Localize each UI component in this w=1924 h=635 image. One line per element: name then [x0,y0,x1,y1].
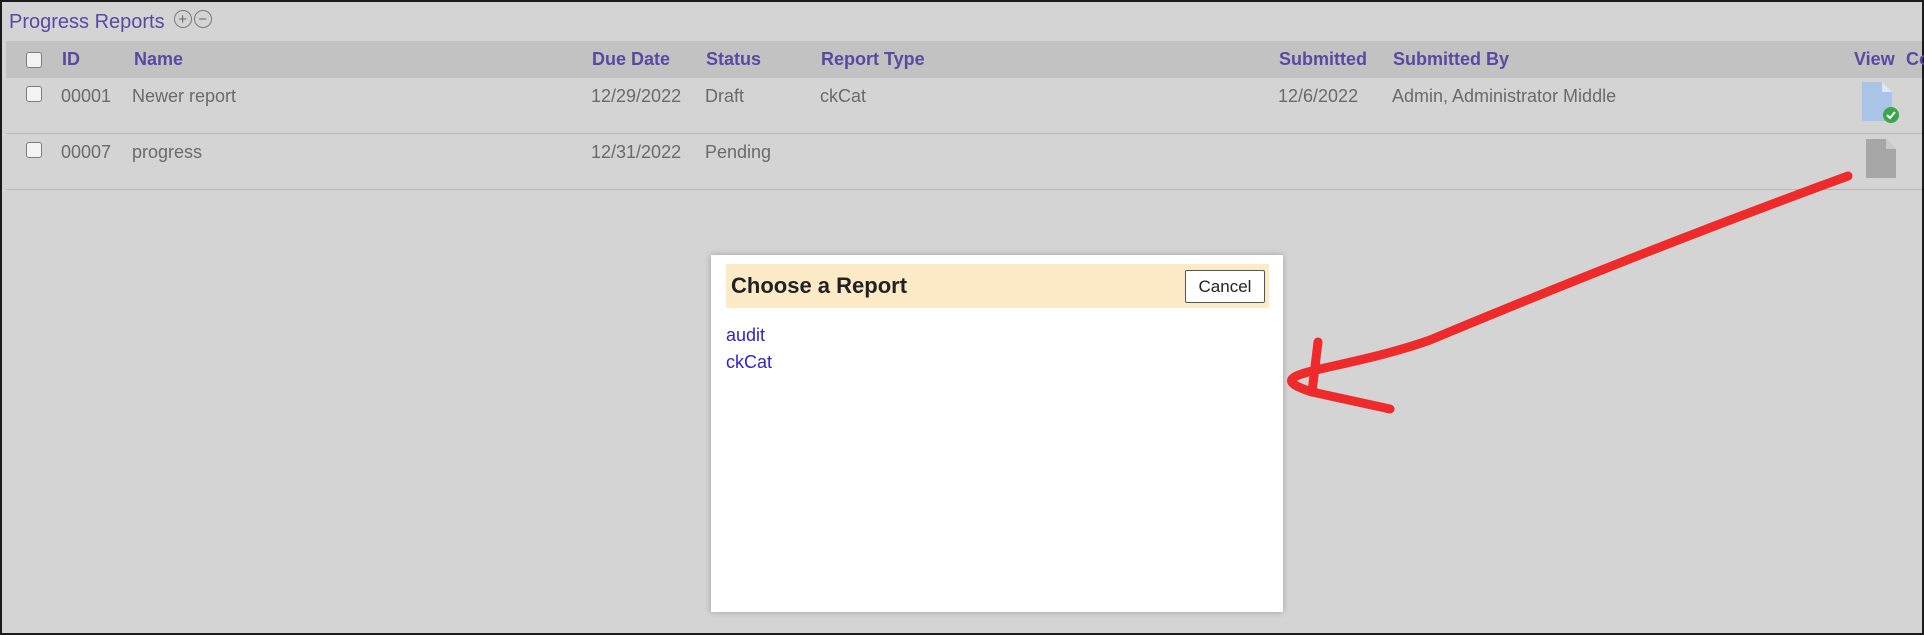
row-checkbox[interactable] [26,142,42,158]
cell-name: Newer report [132,86,237,106]
dialog-header: Choose a Report Cancel [726,264,1269,308]
cell-submitted-by: Admin, Administrator Middle [1392,86,1617,106]
column-header-status[interactable]: Status [706,41,761,78]
section-title-text: Progress Reports [9,10,165,33]
report-option-audit[interactable]: audit [726,325,765,346]
cell-status: Pending [705,142,772,162]
plus-circle-icon[interactable]: + [173,10,192,28]
cancel-button[interactable]: Cancel [1185,270,1265,303]
row-checkbox[interactable] [26,86,42,102]
cell-due-date: 12/29/2022 [591,86,682,106]
column-header-submitted-by[interactable]: Submitted By [1393,41,1509,78]
dialog-title: Choose a Report [731,273,908,298]
choose-report-dialog: Choose a Report Cancel audit ckCat [711,255,1283,612]
minus-circle-icon[interactable]: − [193,10,212,28]
document-icon[interactable] [1864,138,1898,180]
column-header-id[interactable]: ID [62,41,80,78]
cell-due-date: 12/31/2022 [591,142,682,162]
section-title: Progress Reports + − [9,10,212,34]
cell-id: 00001 [61,86,112,106]
column-header-submitted[interactable]: Submitted [1279,41,1367,78]
table-row[interactable]: 00007 progress 12/31/2022 Pending [6,134,1922,190]
column-header-name[interactable]: Name [134,41,183,78]
column-header-report-type[interactable]: Report Type [821,41,925,78]
expand-collapse-controls: + − [173,10,212,28]
document-check-icon[interactable] [1860,81,1900,125]
cell-report-type: ckCat [820,86,867,106]
page-frame: Progress Reports + − ID Name Due Date St… [0,0,1924,635]
column-header-view[interactable]: View [1854,41,1895,78]
report-option-ckcat[interactable]: ckCat [726,352,772,373]
cell-id: 00007 [61,142,112,162]
cell-submitted: 12/6/2022 [1278,86,1359,106]
table-row[interactable]: 00001 Newer report 12/29/2022 Draft ckCa… [6,78,1922,134]
cell-name: progress [132,142,203,162]
cell-status: Draft [705,86,745,106]
select-all-checkbox[interactable] [26,51,42,68]
column-header-due-date[interactable]: Due Date [592,41,670,78]
grid-header: ID Name Due Date Status Report Type Subm… [6,41,1924,78]
column-header-cut-off: Co [1906,49,1924,69]
